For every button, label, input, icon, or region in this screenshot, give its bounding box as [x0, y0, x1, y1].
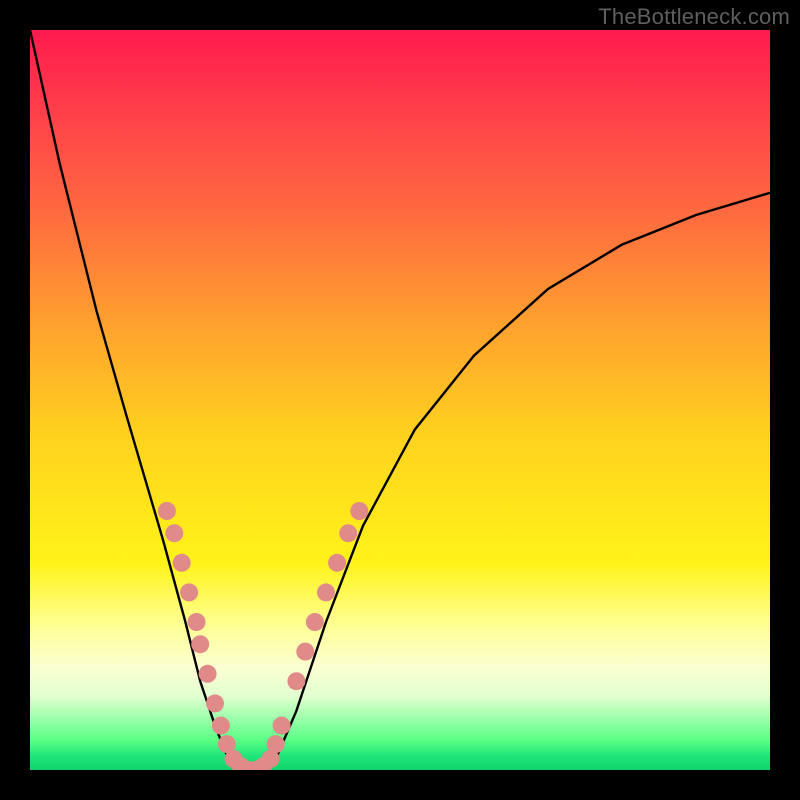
- chart-frame: TheBottleneck.com: [0, 0, 800, 800]
- sample-dot: [267, 735, 285, 753]
- plot-area: [30, 30, 770, 770]
- sample-dot: [188, 613, 206, 631]
- sample-dot: [350, 502, 368, 520]
- sample-dot: [296, 643, 314, 661]
- sample-dot: [199, 665, 217, 683]
- sample-dot: [158, 502, 176, 520]
- sample-dot: [165, 524, 183, 542]
- sample-dot: [273, 717, 291, 735]
- sample-dot: [212, 717, 230, 735]
- sample-dot: [206, 694, 224, 712]
- sample-dot: [287, 672, 305, 690]
- sample-dot: [317, 583, 335, 601]
- bottleneck-curve: [30, 30, 770, 770]
- sample-dot: [328, 554, 346, 572]
- sample-dot: [339, 524, 357, 542]
- sample-dot: [180, 583, 198, 601]
- sample-dot: [191, 635, 209, 653]
- chart-svg: [30, 30, 770, 770]
- sample-dot: [306, 613, 324, 631]
- sample-dot: [173, 554, 191, 572]
- watermark-text: TheBottleneck.com: [598, 4, 790, 30]
